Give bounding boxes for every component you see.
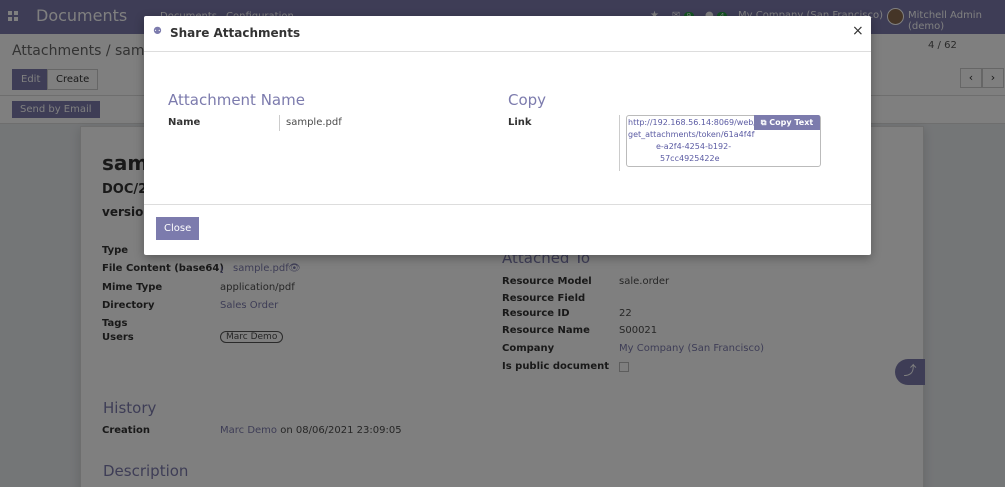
copy-section: Copy bbox=[508, 91, 547, 109]
name-value: sample.pdf bbox=[286, 117, 342, 128]
link-line-4: 57cc4925422e bbox=[660, 154, 720, 163]
copy-text-button[interactable]: ⧉ Copy Text bbox=[754, 115, 820, 130]
link-divider bbox=[619, 115, 620, 171]
link-line-2: get_attachments/token/61a4f4f bbox=[628, 130, 755, 139]
share-icon: ⚉ bbox=[153, 26, 162, 37]
share-attachments-dialog: ⚉ Share Attachments × Attachment Name Na… bbox=[144, 16, 871, 255]
close-button[interactable]: Close bbox=[156, 217, 200, 240]
name-divider bbox=[279, 115, 280, 131]
copy-text-label: Copy Text bbox=[769, 118, 814, 127]
link-label: Link bbox=[508, 117, 532, 128]
close-icon[interactable]: × bbox=[852, 23, 864, 39]
modal-title: Share Attachments bbox=[170, 26, 301, 40]
modal-footer: Close bbox=[144, 204, 871, 255]
name-label: Name bbox=[168, 117, 201, 128]
link-line-3: e-a2f4-4254-b192- bbox=[656, 142, 732, 151]
modal-header: ⚉ Share Attachments × bbox=[144, 16, 871, 52]
attachment-name-section: Attachment Name bbox=[168, 91, 305, 109]
